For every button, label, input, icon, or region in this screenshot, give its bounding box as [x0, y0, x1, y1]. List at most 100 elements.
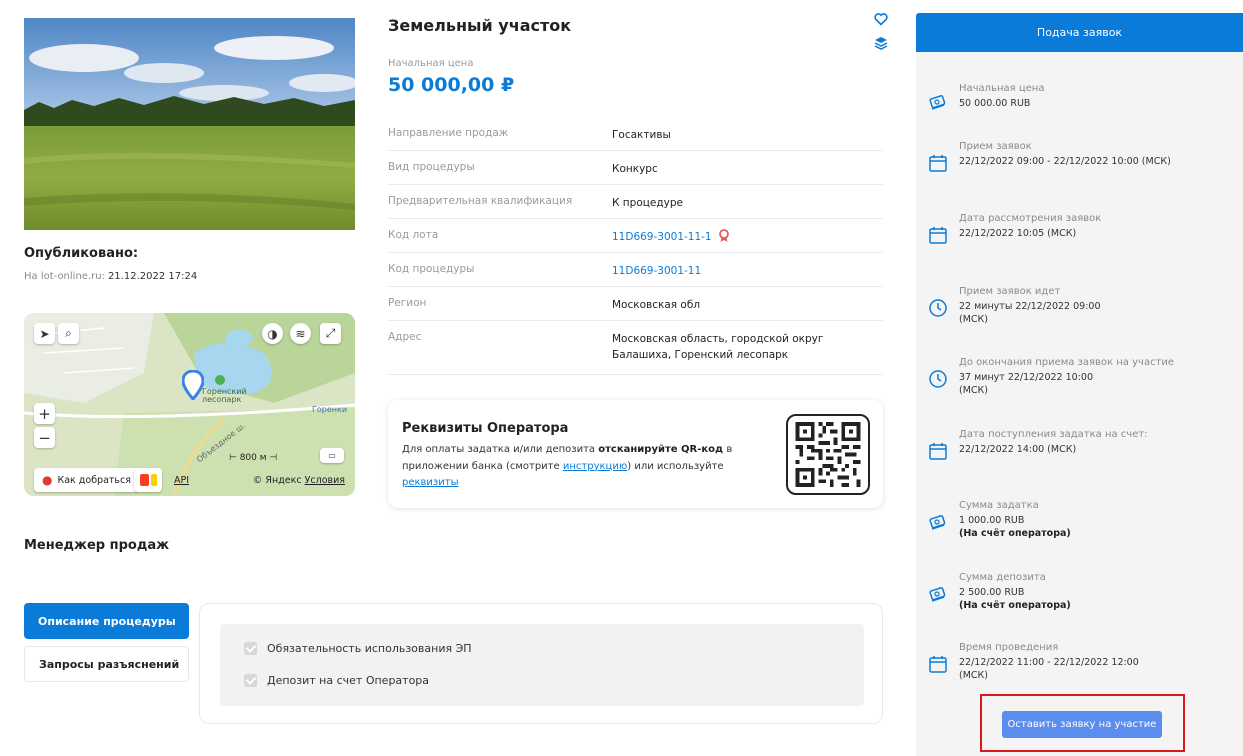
table-row: Предварительная квалификация К процедуре [388, 185, 883, 219]
award-ribbon-icon [718, 229, 730, 248]
table-row: Код процедуры 11D669-3001-11 [388, 253, 883, 287]
stack-layers-icon[interactable] [874, 36, 888, 50]
sidebar-item-text: Начальная цена 50 000.00 RUB [959, 82, 1229, 110]
sidebar-item-text: Время проведения 22/12/2022 11:00 - 22/1… [959, 641, 1229, 683]
requisites-link[interactable]: реквизиты [402, 477, 458, 488]
sidebar-item-label: До окончания приема заявок на участие [959, 357, 1175, 368]
money-icon [928, 512, 948, 532]
sidebar-item-label: Начальная цена [959, 83, 1045, 94]
sidebar-item-label: Время проведения [959, 642, 1059, 653]
sidebar-item-value: 22/12/2022 09:00 - 22/12/2022 10:00 (МСК… [959, 155, 1171, 167]
option-deposit: Депозит на счет Оператора [244, 674, 429, 687]
property-key: Код лота [388, 229, 439, 241]
location-map[interactable]: ➤ ⌕ ◑ ≋ ⤢ + − Горенский лесопарк Горенки… [24, 313, 355, 496]
published-line: На lot-online.ru: 21.12.2022 17:24 [24, 271, 197, 282]
fullscreen-icon[interactable]: ⤢ [320, 323, 341, 344]
map-api-link[interactable]: API [174, 475, 189, 486]
sidebar-item-note: (На счёт оператора) [959, 528, 1071, 540]
sales-manager-title: Менеджер продаж [24, 538, 170, 553]
operator-requisites-card: Реквизиты Оператора Для оплаты задатка и… [388, 400, 883, 508]
sidebar-item-text: Прием заявок идет 22 минуты 22/12/2022 0… [959, 285, 1129, 327]
sidebar-item-value: 22/12/2022 14:00 (МСК) [959, 443, 1077, 455]
yandex-logo-icon[interactable] [134, 468, 162, 492]
sidebar-item-text: Сумма задатка 1 000.00 RUB (На счёт опер… [959, 499, 1229, 541]
published-site-label: На lot-online.ru: [24, 271, 105, 282]
table-row: Направление продаж Госактивы [388, 117, 883, 151]
sidebar-item-label: Сумма задатка [959, 500, 1039, 511]
sidebar-item-text: Прием заявок 22/12/2022 09:00 - 22/12/20… [959, 140, 1229, 168]
sidebar-item-text: Дата рассмотрения заявок 22/12/2022 10:0… [959, 212, 1119, 240]
lot-code-value: 11D669-3001-11-1 [612, 229, 882, 248]
locate-icon[interactable]: ➤ [34, 323, 55, 344]
option-ep: Обязательность использования ЭП [244, 642, 472, 655]
option-deposit-label: Депозит на счет Оператора [267, 674, 430, 687]
favorite-heart-icon[interactable] [874, 12, 888, 26]
property-key: Направление продаж [388, 127, 509, 139]
map-search-icon[interactable]: ⌕ [58, 323, 79, 344]
instruction-link[interactable]: инструкцию [563, 461, 627, 472]
ruler-icon[interactable]: ▭ [320, 448, 344, 463]
submission-header[interactable]: Подача заявок [916, 13, 1243, 52]
property-value: Московская область, городской округ Бала… [612, 333, 824, 362]
route-button[interactable]: ● Как добраться [34, 468, 139, 492]
checkbox-deposit[interactable] [244, 674, 257, 687]
lot-title: Земельный участок [388, 16, 572, 35]
tab-description[interactable]: Описание процедуры [24, 603, 189, 639]
map-copyright: © Яндекс Условия [253, 475, 345, 486]
sidebar-item-value: 22/12/2022 11:00 - 22/12/2022 12:00 (МСК… [959, 656, 1139, 682]
lot-photo[interactable] [24, 18, 355, 230]
map-layers-icon[interactable]: ≋ [290, 323, 311, 344]
traffic-icon[interactable]: ◑ [262, 323, 283, 344]
property-key: Регион [388, 297, 427, 309]
map-scale: ⊢ 800 м ⊣ [229, 453, 278, 463]
operator-requisites-text: Для оплаты задатка и/или депозита отскан… [402, 442, 742, 492]
table-row: Регион Московская обл [388, 287, 883, 321]
sidebar-item-label: Дата поступления задатка на счет: [959, 429, 1148, 440]
money-icon [928, 92, 948, 112]
zoom-in-icon[interactable]: + [34, 403, 55, 424]
calendar-icon [928, 153, 948, 173]
procedure-code-link[interactable]: 11D669-3001-11 [612, 263, 882, 279]
checkbox-ep[interactable] [244, 642, 257, 655]
property-value: Конкурс [612, 163, 658, 175]
route-pin-icon: ● [42, 473, 53, 487]
calendar-icon [928, 441, 948, 461]
sidebar-item-label: Дата рассмотрения заявок [959, 213, 1102, 224]
lot-code-link[interactable]: 11D669-3001-11-1 [612, 231, 712, 243]
tab-questions[interactable]: Запросы разъяснений [24, 646, 189, 682]
requisites-text-bold: отсканируйте QR-код [598, 444, 724, 455]
zoom-out-icon[interactable]: − [34, 427, 55, 448]
map-terms-link[interactable]: Условия [305, 475, 345, 486]
requisites-text-3: ) или используйте [627, 460, 724, 472]
map-label-town: Горенки [312, 405, 348, 414]
published-date: 21.12.2022 17:24 [107, 271, 198, 282]
sidebar-item-label: Прием заявок идет [959, 286, 1061, 297]
sidebar-item-value: 50 000.00 RUB [959, 97, 1031, 109]
calendar-icon [928, 225, 948, 245]
tab-panel: Обязательность использования ЭП Депозит … [199, 603, 883, 724]
clock-icon [928, 369, 948, 389]
sidebar-item-value: 22/12/2022 10:05 (МСК) [959, 227, 1077, 239]
sidebar-item-value: 37 минут 22/12/2022 10:00 (МСК) [959, 371, 1093, 397]
property-key: Вид процедуры [388, 161, 475, 173]
price-label: Начальная цена [388, 58, 474, 69]
sidebar-item-text: Сумма депозита 2 500.00 RUB (На счёт опе… [959, 571, 1229, 613]
property-value: К процедуре [612, 197, 683, 209]
apply-participation-button[interactable]: Оставить заявку на участие [1002, 711, 1162, 738]
property-value: Госактивы [612, 129, 671, 141]
table-row: Адрес Московская область, городской окру… [388, 321, 883, 375]
money-icon [928, 584, 948, 604]
operator-requisites-title: Реквизиты Оператора [402, 421, 569, 436]
qr-code [786, 414, 870, 495]
option-ep-label: Обязательность использования ЭП [267, 642, 472, 655]
map-pin-icon [181, 369, 205, 403]
calendar-icon [928, 654, 948, 674]
map-scale-value: 800 м [239, 453, 267, 463]
properties-table: Направление продаж Госактивы Вид процеду… [388, 117, 883, 375]
clock-icon [928, 298, 948, 318]
map-label-park: Горенский лесопарк [202, 387, 247, 405]
options-box: Обязательность использования ЭП Депозит … [220, 624, 864, 706]
property-key: Предварительная квалификация [388, 195, 573, 207]
sidebar-item-label: Прием заявок [959, 141, 1032, 152]
requisites-text-1: Для оплаты задатка и/или депозита [402, 444, 596, 455]
